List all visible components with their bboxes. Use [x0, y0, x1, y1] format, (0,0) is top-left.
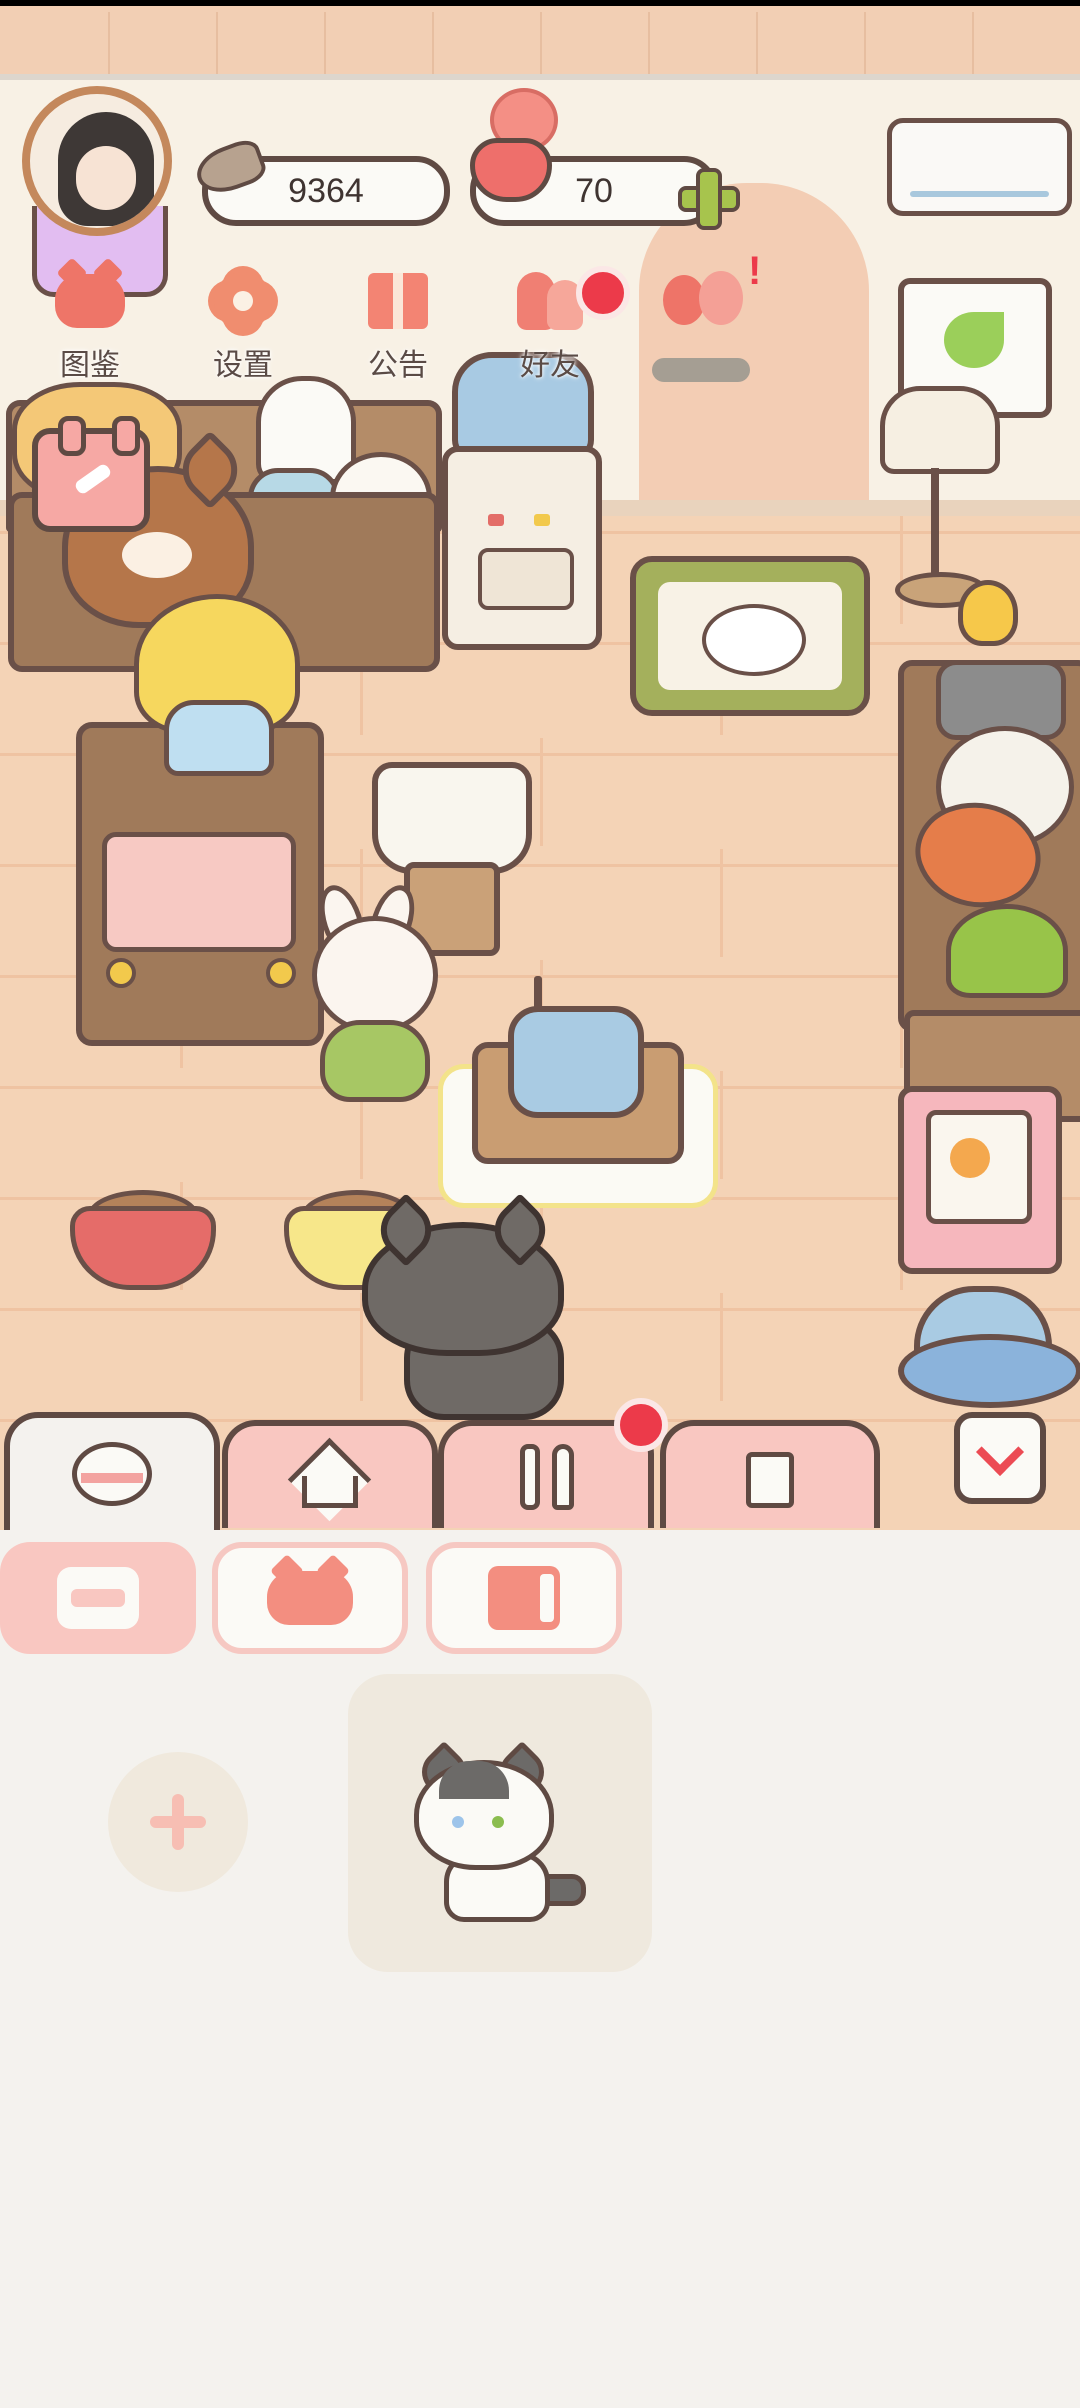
menu-friends-label: 好友 [520, 348, 580, 383]
heart-icon [470, 138, 552, 202]
friends-icon [517, 272, 583, 330]
game-screen: 9364 70 图鉴 设置 公告 好友 ! [0, 0, 1080, 2408]
shirt-icon [728, 1446, 812, 1508]
alert-exclamation-icon: ! [748, 249, 762, 293]
food-bowl-icon [72, 1442, 152, 1506]
tab-furniture[interactable] [222, 1420, 438, 1528]
collapse-panel-button[interactable] [954, 1412, 1046, 1504]
cat-icon [267, 1571, 353, 1625]
blue-projector[interactable] [508, 1006, 644, 1118]
hearts-icon [663, 271, 745, 331]
menu-settings-label: 设置 [213, 348, 273, 383]
avatar-portrait [22, 86, 172, 236]
white-rabbit[interactable] [312, 916, 438, 1034]
moss-plant[interactable] [946, 904, 1068, 998]
wall-brick-border [0, 6, 1080, 80]
kitchen-notification-badge [614, 1398, 668, 1452]
gear-icon [214, 272, 272, 330]
cutlery-icon [506, 1442, 586, 1512]
menu-collection-button[interactable]: 图鉴 [30, 266, 150, 384]
tab-clothing[interactable] [660, 1420, 880, 1528]
paper-lantern[interactable] [372, 762, 532, 874]
add-cat-button[interactable] [108, 1752, 248, 1892]
filter-book-button[interactable] [426, 1542, 622, 1654]
floor-lamp[interactable] [880, 386, 1000, 474]
chevron-down-icon [975, 1427, 1025, 1477]
pencil-icon [73, 462, 113, 496]
tab-food[interactable] [4, 1412, 220, 1530]
add-currency-button[interactable] [678, 168, 740, 230]
grey-cat[interactable] [362, 1193, 564, 1356]
house-icon [288, 1446, 372, 1508]
player-avatar[interactable] [22, 86, 182, 297]
all-icon [57, 1567, 139, 1629]
water-dispenser[interactable] [442, 446, 602, 650]
menu-collection-label: 图鉴 [60, 348, 120, 383]
heart-count: 70 [575, 171, 613, 210]
friends-notification-badge [576, 266, 630, 320]
flower-easel[interactable] [898, 1086, 1062, 1274]
fish-count: 9364 [288, 171, 364, 210]
ufo-toy-base [898, 1334, 1080, 1408]
blonde-girl-doll-body [164, 700, 274, 776]
gift-icon [368, 273, 428, 329]
hearts-progress-bar [652, 358, 750, 382]
edit-room-button[interactable] [32, 416, 150, 532]
filter-cat-button[interactable] [212, 1542, 408, 1654]
panda-rug[interactable] [630, 556, 870, 716]
menu-announcement-label: 公告 [368, 348, 428, 383]
book-icon [488, 1566, 560, 1630]
menu-announcement-button[interactable]: 公告 [338, 266, 458, 384]
calico-cat-portrait [414, 1760, 554, 1870]
cat-book-icon [55, 274, 125, 328]
cat-card-calico[interactable] [348, 1674, 652, 1972]
menu-settings-button[interactable]: 设置 [183, 266, 303, 384]
cafe-room-scene[interactable]: 9364 70 图鉴 设置 公告 好友 ! [0, 0, 1080, 1530]
rabbit-kimono [320, 1020, 430, 1102]
yellow-tulip[interactable] [958, 580, 1018, 646]
air-conditioner[interactable] [887, 118, 1072, 216]
filter-all-button[interactable] [0, 1542, 196, 1654]
